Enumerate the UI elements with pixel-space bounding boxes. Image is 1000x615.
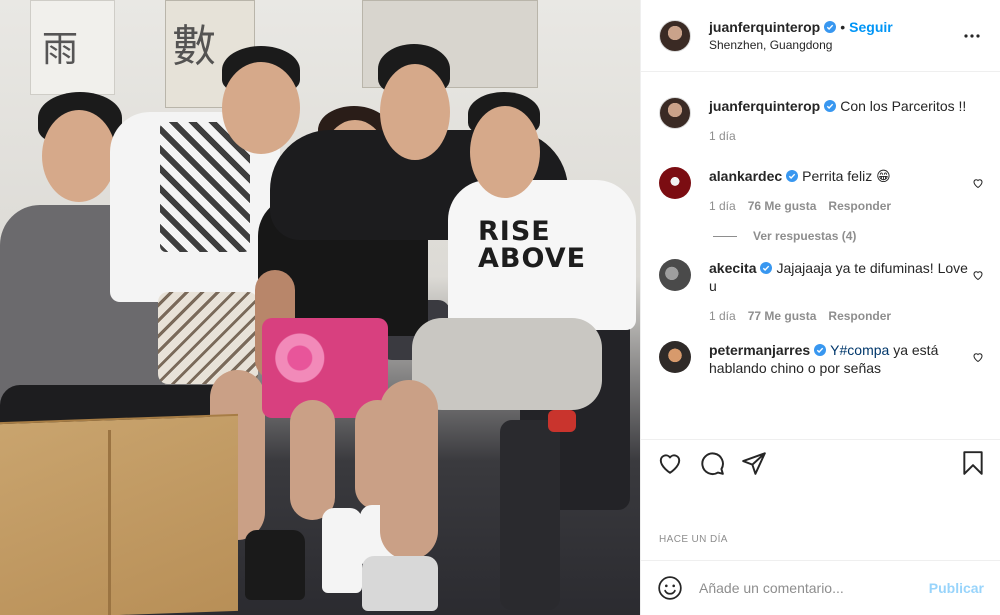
avatar[interactable] xyxy=(659,341,691,373)
comment: petermanjarres Y#compa ya está hablando c… xyxy=(659,341,984,377)
person-face xyxy=(470,106,540,198)
avatar[interactable] xyxy=(659,19,691,52)
caption: juanferquinterop Con los Parceritos !! 1 … xyxy=(659,97,984,145)
person-leg xyxy=(290,400,335,520)
owner-username[interactable]: juanferquinterop xyxy=(709,19,820,35)
emoji-smile-icon[interactable] xyxy=(657,575,683,601)
comment-heart-icon[interactable] xyxy=(972,177,984,189)
comment-body: petermanjarres Y#compa ya está hablando c… xyxy=(709,341,972,377)
avatar[interactable] xyxy=(659,259,691,291)
action-bar xyxy=(641,439,1000,476)
verified-badge-icon xyxy=(824,100,837,112)
cardboard-fold xyxy=(108,430,111,615)
add-comment-form: Publicar xyxy=(641,560,1000,615)
bookmark-icon[interactable] xyxy=(960,450,986,476)
person-leg xyxy=(380,380,438,560)
verified-badge-icon xyxy=(814,344,827,356)
person-shoe xyxy=(362,556,438,611)
person-face xyxy=(222,62,300,154)
comment-time[interactable]: 1 día xyxy=(709,197,736,215)
comment-likes[interactable]: 77 Me gusta xyxy=(748,307,817,325)
shirt-print-line: ABOVE xyxy=(478,243,587,274)
caption-username[interactable]: juanferquinterop xyxy=(709,98,820,114)
comment-username[interactable]: akecita xyxy=(709,260,756,276)
comment-heart-icon[interactable] xyxy=(972,351,984,363)
more-options-icon xyxy=(964,33,980,38)
comment: alankardec Perrita feliz 😁 1 día 76 Me gu… xyxy=(659,167,984,215)
view-replies-button[interactable]: Ver respuestas (4) xyxy=(713,229,984,243)
avatar[interactable] xyxy=(659,97,691,129)
shirt-print-line: RISE xyxy=(478,216,551,247)
wall-character: 雨 xyxy=(42,29,79,70)
chair-lever xyxy=(548,410,576,432)
post-timestamp[interactable]: HACE UN DÍA xyxy=(659,534,728,545)
publish-button[interactable]: Publicar xyxy=(929,580,984,596)
avatar[interactable] xyxy=(659,167,691,199)
comment-text: Perrita feliz 😁 xyxy=(802,168,891,184)
cardboard-sign xyxy=(0,413,238,615)
post-header: juanferquinterop • Seguir Shenzhen, Guangd… xyxy=(641,0,1000,72)
comment-heart-icon[interactable] xyxy=(972,269,984,281)
comment-bubble-icon[interactable] xyxy=(699,450,725,476)
comment-likes[interactable]: 76 Me gusta xyxy=(748,197,817,215)
comment: akecita Jajajaaja ya te difuminas! Love u… xyxy=(659,259,984,325)
follow-button[interactable]: Seguir xyxy=(849,19,893,35)
location-link[interactable]: Shenzhen, Guangdong xyxy=(709,36,960,54)
replies-line xyxy=(713,235,737,237)
person-shoe xyxy=(322,508,362,593)
hashtag-link[interactable]: Y#compa xyxy=(830,342,889,358)
post-photo[interactable]: 數 雨 RISE ABOVE xyxy=(0,0,640,615)
caption-time[interactable]: 1 día xyxy=(709,127,736,145)
header-text: juanferquinterop • Seguir Shenzhen, Guangd… xyxy=(709,18,960,54)
verified-badge-icon xyxy=(824,20,837,33)
comment-input[interactable] xyxy=(699,580,929,596)
comments-list[interactable]: juanferquinterop Con los Parceritos !! 1 … xyxy=(641,73,1000,439)
person-face xyxy=(42,110,116,202)
caption-meta: 1 día xyxy=(709,127,984,145)
comment-body: akecita Jajajaaja ya te difuminas! Love u… xyxy=(709,259,972,325)
comment-username[interactable]: alankardec xyxy=(709,168,782,184)
shirt-print: RISE ABOVE xyxy=(478,216,587,274)
person-grey-shorts xyxy=(412,318,602,410)
person-shoe xyxy=(245,530,305,600)
comment-meta: 1 día 77 Me gusta Responder xyxy=(709,307,972,325)
post-side-panel: juanferquinterop • Seguir Shenzhen, Guangd… xyxy=(640,0,1000,615)
comment-time[interactable]: 1 día xyxy=(709,307,736,325)
comment-username[interactable]: petermanjarres xyxy=(709,342,810,358)
separator-dot: • xyxy=(840,18,846,35)
comment-body: alankardec Perrita feliz 😁 1 día 76 Me gu… xyxy=(709,167,972,215)
verified-badge-icon xyxy=(760,262,773,274)
caption-text: Con los Parceritos !! xyxy=(840,98,967,114)
view-replies-label: Ver respuestas (4) xyxy=(753,229,857,243)
caption-body: juanferquinterop Con los Parceritos !! 1 … xyxy=(709,97,984,145)
instagram-post: 數 雨 RISE ABOVE juanferquinterop • Seguir… xyxy=(0,0,1000,615)
chair-leg xyxy=(500,420,560,610)
reply-button[interactable]: Responder xyxy=(828,307,891,325)
more-options-button[interactable] xyxy=(960,24,984,48)
person-face xyxy=(380,64,450,160)
wall-character: 數 xyxy=(172,21,216,72)
verified-badge-icon xyxy=(786,170,799,182)
comment-meta: 1 día 76 Me gusta Responder xyxy=(709,197,972,215)
heart-icon[interactable] xyxy=(657,450,683,476)
share-plane-icon[interactable] xyxy=(741,450,767,476)
reply-button[interactable]: Responder xyxy=(828,197,891,215)
